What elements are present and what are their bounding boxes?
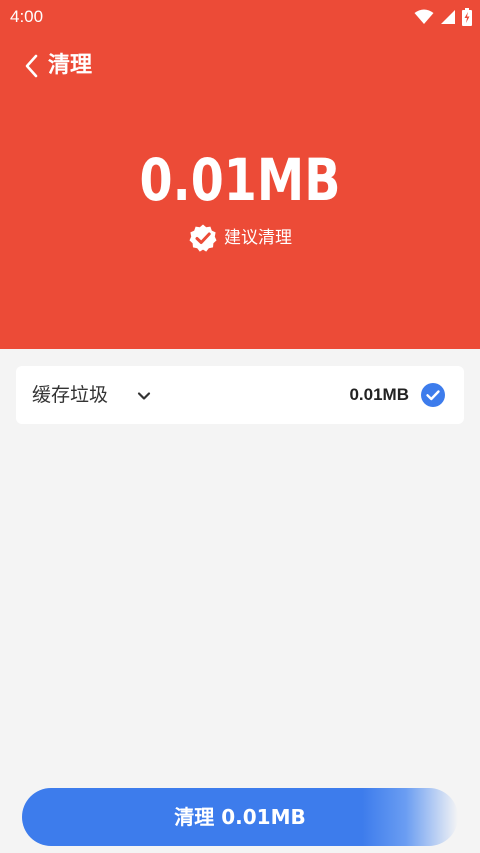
clean-button-label: 清理 0.01MB [174,805,306,829]
wifi-icon [414,9,434,25]
app-bar: 清理 [0,44,480,88]
check-badge-icon [188,223,224,253]
recommendation-text: 建议清理 [224,228,292,248]
junk-size-value: 0.01MB [139,146,341,214]
page-title: 清理 [48,53,93,78]
cache-junk-size: 0.01MB [349,385,409,404]
clean-button[interactable]: 清理 0.01MB [22,788,458,846]
chevron-left-icon [24,54,48,78]
signal-icon [440,9,456,25]
status-time: 4:00 [10,7,44,26]
cleanup-screen: 4:00 清理 0.01MB 建议清理 缓存垃圾 0.01MB 清理 0.01M… [0,0,480,853]
expand-button[interactable] [132,383,156,407]
status-icons [414,6,472,28]
cache-junk-label: 缓存垃圾 [32,384,109,406]
recommendation: 建议清理 [0,223,480,253]
bottom-action-bar: 清理 0.01MB [0,786,480,853]
back-button[interactable]: 清理 [24,50,108,82]
chevron-down-icon [137,386,151,405]
select-checkbox[interactable] [421,383,445,407]
battery-charging-icon [462,8,472,26]
status-bar: 4:00 [0,0,480,34]
check-circle-icon [421,383,445,407]
summary-header: 4:00 清理 0.01MB 建议清理 [0,0,480,349]
list-item[interactable]: 缓存垃圾 0.01MB [16,366,464,424]
